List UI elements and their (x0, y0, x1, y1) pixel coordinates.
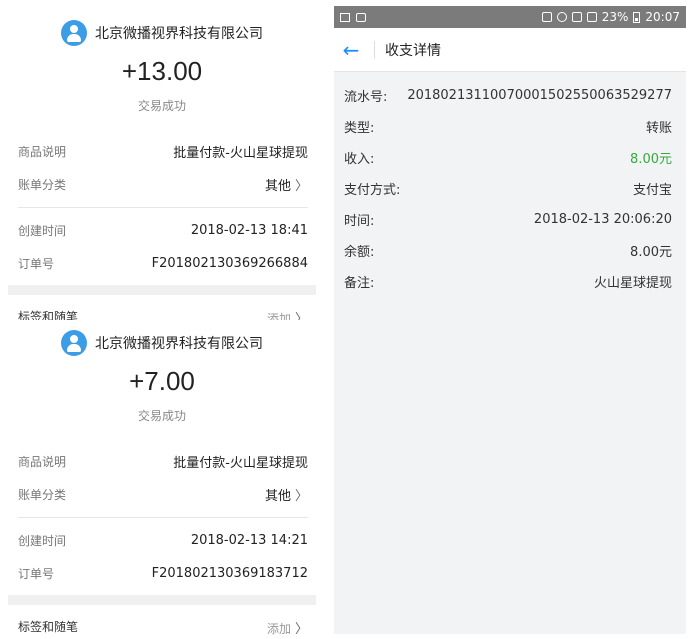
detail-label: 备注: (344, 275, 375, 291)
signal-icon (586, 12, 597, 22)
created-time-row: 创建时间 2018-02-13 14:21 (18, 529, 308, 551)
receipt-card: 北京微播视界科技有限公司 +13.00 交易成功 商品说明 批量付款-火山星球提… (8, 0, 316, 320)
transaction-status: 交易成功 (137, 99, 186, 113)
detail-label: 收入: (344, 151, 375, 167)
tags-add-action[interactable]: 添加 (267, 622, 291, 636)
battery-percent: 23% (601, 10, 629, 24)
divider (18, 517, 308, 518)
detail-row-serial: 流水号: 20180213110070001502550063529277 (344, 83, 672, 107)
chevron-right-icon: 〉 (294, 622, 308, 637)
merchant-name: 北京微播视界科技有限公司 (95, 336, 263, 352)
receipt-card: 北京微播视界科技有限公司 +7.00 交易成功 商品说明 批量付款-火山星球提现… (8, 322, 316, 639)
product-value: 批量付款-火山星球提现 (173, 455, 308, 471)
alarm-icon (556, 12, 567, 22)
category-row[interactable]: 账单分类 其他〉 (18, 173, 308, 195)
tags-label: 标签和随笔 (18, 620, 79, 634)
detail-value: 转账 (645, 120, 672, 136)
phone-screen: 23% 20:07 ← 收支详情 流水号: 201802131100700015… (334, 6, 686, 634)
created-time-value: 2018-02-13 18:41 (190, 222, 308, 238)
divider (18, 207, 308, 208)
merchant-header: 北京微播视界科技有限公司 (8, 20, 316, 46)
category-value: 其他 (264, 488, 291, 504)
signal-icon (571, 12, 582, 22)
detail-label: 时间: (344, 213, 375, 229)
section-gap (8, 285, 316, 295)
transaction-amount: +7.00 (129, 366, 195, 396)
order-number-label: 订单号 (18, 566, 55, 581)
detail-row-note: 备注: 火山星球提现 (344, 269, 672, 293)
order-number-label: 订单号 (18, 256, 55, 271)
detail-row-type: 类型: 转账 (344, 114, 672, 138)
tags-label: 标签和随笔 (18, 310, 79, 320)
merchant-avatar-icon (61, 330, 87, 356)
detail-value: 20180213110070001502550063529277 (407, 87, 672, 103)
order-number-value: F201802130369183712 (151, 565, 308, 581)
category-value: 其他 (264, 178, 291, 194)
detail-label: 余额: (344, 244, 375, 260)
detail-row-payment-method: 支付方式: 支付宝 (344, 176, 672, 200)
transaction-amount: +13.00 (121, 56, 203, 86)
detail-label: 类型: (344, 120, 375, 136)
clock: 20:07 (645, 10, 680, 24)
detail-value: 8.00元 (630, 151, 672, 167)
product-value: 批量付款-火山星球提现 (173, 145, 308, 161)
detail-label: 支付方式: (344, 182, 401, 198)
tags-row[interactable]: 标签和随笔 添加〉 (18, 618, 308, 637)
battery-icon (633, 11, 641, 23)
category-row[interactable]: 账单分类 其他〉 (18, 483, 308, 505)
chevron-right-icon: 〉 (294, 312, 308, 320)
detail-value: 火山星球提现 (593, 275, 672, 291)
back-arrow-icon[interactable]: ← (334, 38, 368, 62)
tags-add-action[interactable]: 添加 (267, 312, 291, 320)
product-row: 商品说明 批量付款-火山星球提现 (18, 140, 308, 162)
notification-icon (340, 12, 350, 22)
status-bar: 23% 20:07 (334, 6, 686, 28)
transaction-status: 交易成功 (137, 409, 186, 423)
page-title: 收支详情 (385, 42, 441, 59)
order-number-row: 订单号 F201802130369266884 (18, 252, 308, 274)
chevron-right-icon: 〉 (294, 488, 308, 504)
created-time-label: 创建时间 (18, 223, 67, 238)
tags-row[interactable]: 标签和随笔 添加〉 (18, 308, 308, 320)
chevron-right-icon: 〉 (294, 178, 308, 194)
order-number-row: 订单号 F201802130369183712 (18, 562, 308, 584)
product-row: 商品说明 批量付款-火山星球提现 (18, 450, 308, 472)
category-label: 账单分类 (18, 177, 67, 192)
category-label: 账单分类 (18, 487, 67, 502)
nav-separator (374, 40, 375, 59)
merchant-header: 北京微播视界科技有限公司 (8, 330, 316, 356)
product-label: 商品说明 (18, 454, 67, 469)
product-label: 商品说明 (18, 144, 67, 159)
created-time-value: 2018-02-13 14:21 (190, 532, 308, 548)
status-bar-left (340, 12, 366, 22)
order-number-value: F201802130369266884 (151, 255, 308, 271)
navigation-bar: ← 收支详情 (334, 28, 686, 72)
notification-icon (356, 12, 366, 22)
detail-row-income: 收入: 8.00元 (344, 145, 672, 169)
detail-value: 2018-02-13 20:06:20 (533, 211, 672, 227)
merchant-name: 北京微播视界科技有限公司 (95, 26, 263, 42)
mute-icon (541, 12, 552, 22)
created-time-row: 创建时间 2018-02-13 18:41 (18, 219, 308, 241)
detail-row-balance: 余额: 8.00元 (344, 238, 672, 262)
status-bar-right: 23% 20:07 (541, 10, 680, 24)
detail-value: 支付宝 (632, 182, 672, 198)
section-gap (8, 595, 316, 605)
detail-value: 8.00元 (630, 244, 672, 260)
detail-label: 流水号: (344, 89, 388, 105)
detail-row-time: 时间: 2018-02-13 20:06:20 (344, 207, 672, 231)
created-time-label: 创建时间 (18, 533, 67, 548)
merchant-avatar-icon (61, 20, 87, 46)
